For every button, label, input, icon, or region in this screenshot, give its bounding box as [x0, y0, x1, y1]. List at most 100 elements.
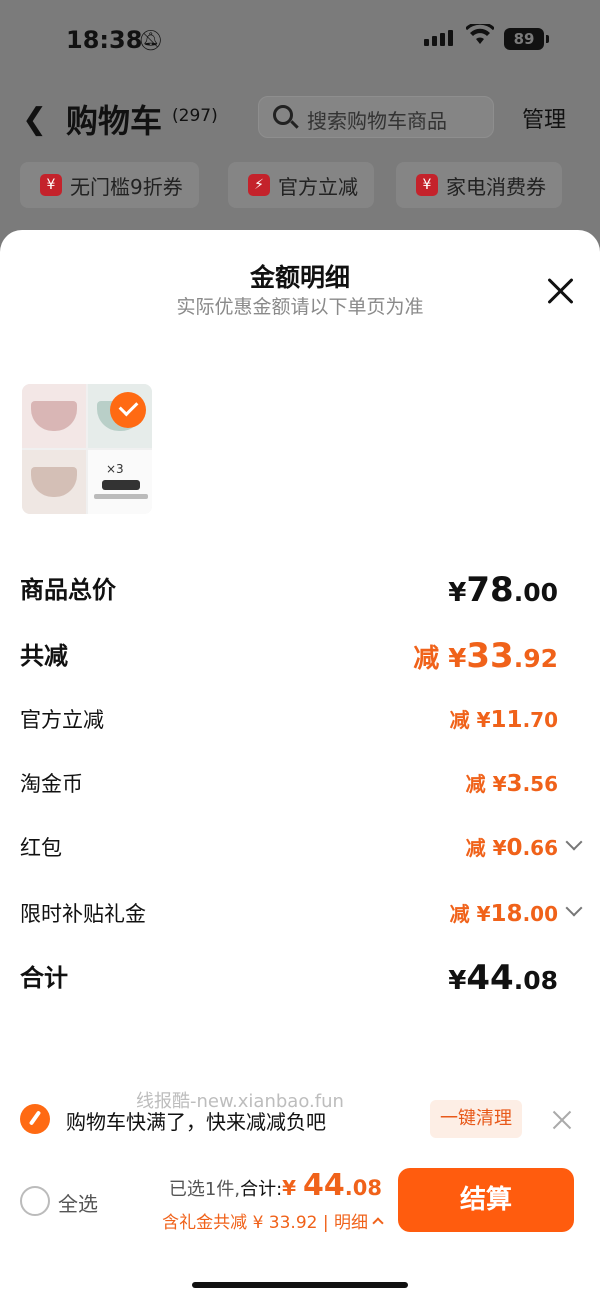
cart-full-notice: 购物车快满了，快来减减负吧 一键清理 — [0, 1096, 600, 1140]
row-red-packet[interactable]: 红包 减 ¥0.66 — [20, 832, 583, 872]
value-prefix: ¥ — [448, 966, 467, 996]
coupon-icon: ¥ — [416, 174, 438, 196]
value-dec: .66 — [522, 836, 558, 860]
close-icon[interactable] — [552, 1110, 572, 1130]
row-sum-total: 合计 ¥44.08 — [20, 958, 580, 998]
value-dec: .08 — [513, 966, 558, 995]
quantity-caption: ×3 — [106, 462, 124, 476]
row-value: 减 ¥11.70 — [450, 704, 558, 733]
battery-icon: 89 — [504, 28, 549, 50]
row-value: 减 ¥33.92 — [413, 636, 558, 676]
value-int: 33 — [466, 636, 514, 676]
thumb-quadrant — [22, 450, 86, 514]
value-prefix: 减 ¥ — [465, 836, 507, 860]
row-value: 减 ¥0.66 — [466, 832, 558, 861]
cart-navbar: ❮ 购物车 (297) 搜索购物车商品 管理 — [0, 92, 600, 144]
cellular-signal-icon — [424, 30, 453, 46]
back-arrow-icon[interactable]: ❮ — [22, 102, 47, 137]
checkout-button[interactable]: 结算 — [398, 1168, 574, 1232]
row-label: 官方立减 — [20, 708, 104, 732]
value-int: 3 — [506, 771, 523, 797]
sheet-subtitle: 实际优惠金额请以下单页为准 — [176, 296, 424, 318]
thumb-quadrant: ×3 — [88, 450, 152, 514]
coupon-icon: ¥ — [40, 174, 62, 196]
select-all-label[interactable]: 全选 — [58, 1188, 98, 1217]
value-dec: .92 — [513, 644, 558, 673]
value-prefix: ¥ — [448, 578, 467, 608]
selected-check-icon[interactable] — [110, 392, 146, 428]
value-int: 0 — [506, 835, 523, 861]
value-dec: .00 — [513, 578, 558, 607]
row-goods-total: 商品总价 ¥78.00 — [20, 570, 580, 610]
chevron-down-icon[interactable] — [565, 833, 583, 851]
underwear-image — [31, 467, 77, 497]
row-value: 减 ¥3.56 — [466, 768, 558, 797]
page-title: 购物车 — [66, 102, 163, 140]
checkout-footer: 全选 已选1件,合计:¥ 44.08 含礼金共减 ¥ 33.92 | 明细 结算 — [0, 1164, 600, 1244]
row-official-discount: 官方立减 减 ¥11.70 — [20, 704, 580, 744]
chevron-down-icon[interactable] — [565, 899, 583, 917]
row-label: 商品总价 — [20, 576, 116, 604]
value-prefix: 减 ¥ — [413, 644, 467, 674]
discount-detail-toggle[interactable]: 含礼金共减 ¥ 33.92 | 明细 — [162, 1208, 384, 1233]
search-input[interactable]: 搜索购物车商品 — [258, 96, 494, 138]
cart-count: (297) — [172, 106, 218, 126]
close-icon[interactable] — [546, 276, 576, 306]
value-int: 44 — [466, 958, 514, 998]
chip-label: 家电消费券 — [446, 174, 546, 199]
chip-label: 无门槛9折券 — [70, 174, 183, 199]
row-value: ¥44.08 — [448, 958, 558, 998]
total-currency: ¥ — [282, 1176, 304, 1200]
total-summary: 已选1件,合计:¥ 44.08 — [169, 1168, 382, 1203]
home-indicator — [192, 1282, 408, 1288]
manage-button[interactable]: 管理 — [522, 102, 566, 134]
select-all-checkbox[interactable] — [20, 1186, 50, 1216]
row-label: 合计 — [20, 964, 68, 992]
row-value: 减 ¥18.00 — [450, 898, 558, 927]
sheet-title: 金额明细 — [249, 263, 350, 292]
notice-message: 购物车快满了，快来减减负吧 — [66, 1110, 326, 1134]
chevron-up-icon — [372, 1217, 384, 1229]
status-time: 18:38 — [66, 26, 143, 54]
value-prefix: 减 ¥ — [449, 708, 491, 732]
selected-count: 已选1件, — [168, 1179, 241, 1200]
value-dec: .56 — [522, 772, 558, 796]
wifi-icon — [464, 21, 496, 52]
search-placeholder: 搜索购物车商品 — [307, 109, 447, 133]
product-tag — [102, 480, 140, 490]
broom-icon — [20, 1104, 50, 1134]
total-label: 合计: — [240, 1179, 283, 1200]
value-prefix: 减 ¥ — [465, 772, 507, 796]
row-label: 淘金币 — [20, 772, 83, 796]
row-label: 红包 — [20, 836, 62, 860]
lightning-icon: ⚡︎ — [248, 174, 270, 196]
chip-official-discount[interactable]: ⚡︎ 官方立减 — [228, 162, 374, 208]
status-bar: 18:38 🔕︎ 89 — [0, 21, 600, 60]
total-dec: .08 — [344, 1176, 382, 1200]
value-int: 78 — [466, 570, 514, 610]
underwear-image — [31, 401, 77, 431]
promo-chips: ¥ 无门槛9折券 ⚡︎ 官方立减 ¥ 家电消费券 — [0, 162, 600, 208]
total-int: 44 — [303, 1168, 345, 1203]
value-prefix: 减 ¥ — [449, 902, 491, 926]
row-label: 限时补贴礼金 — [20, 902, 146, 926]
chip-label: 官方立减 — [278, 174, 358, 199]
chip-discount-coupon[interactable]: ¥ 无门槛9折券 — [20, 162, 199, 208]
value-int: 11 — [490, 707, 523, 733]
row-total-discount: 共减 减 ¥33.92 — [20, 636, 580, 676]
row-subsidy-gift[interactable]: 限时补贴礼金 减 ¥18.00 — [20, 898, 583, 938]
chip-appliance-coupon[interactable]: ¥ 家电消费券 — [396, 162, 562, 208]
row-taojinbi: 淘金币 减 ¥3.56 — [20, 768, 580, 808]
mute-bell-icon: 🔕︎ — [138, 28, 164, 52]
search-icon — [273, 105, 293, 125]
value-int: 18 — [490, 901, 523, 927]
value-dec: .70 — [522, 708, 558, 732]
thumb-quadrant — [22, 384, 86, 448]
product-color-caption — [94, 494, 148, 499]
one-click-clean-button[interactable]: 一键清理 — [430, 1100, 522, 1138]
row-value: ¥78.00 — [448, 570, 558, 610]
discount-detail-text: 含礼金共减 ¥ 33.92 | 明细 — [162, 1213, 368, 1233]
row-label: 共减 — [20, 642, 68, 670]
amount-detail-sheet: 金额明细 实际优惠金额请以下单页为准 ×3 商品总价 ¥78.00 共减 减 ¥… — [0, 230, 600, 1300]
value-dec: .00 — [522, 902, 558, 926]
